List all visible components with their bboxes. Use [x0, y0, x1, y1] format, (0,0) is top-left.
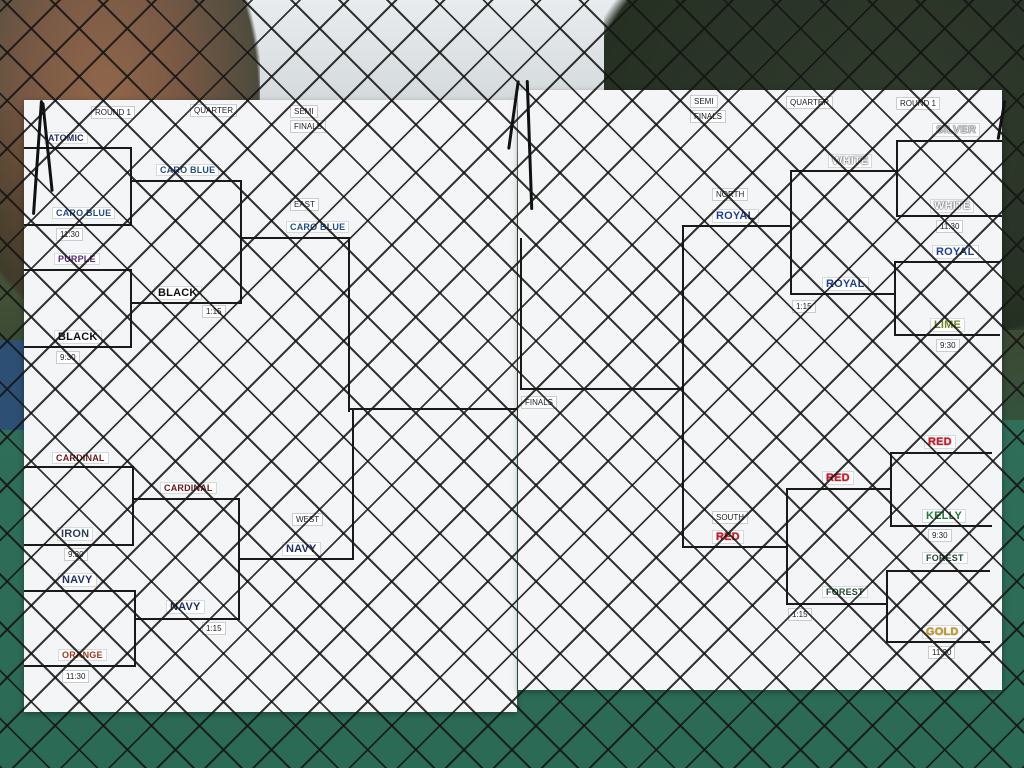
region-north: NORTH: [712, 188, 749, 201]
time-label: 1:15: [792, 300, 816, 313]
bracket-line: [682, 225, 684, 548]
bracket-line: [886, 570, 888, 643]
right-bracket-board: SEMI FINALS QUARTER ROUND 1 SILVER WHITE…: [518, 90, 1002, 690]
time-label: 9:30: [928, 529, 952, 542]
semi-team: CARO BLUE: [286, 221, 350, 233]
team-black: BLACK: [54, 330, 102, 344]
bracket-line: [136, 618, 240, 620]
bracket-line: [240, 180, 242, 304]
time-label: 11:30: [62, 670, 90, 683]
time-label: 9:30: [56, 351, 80, 364]
bracket-line: [24, 590, 136, 592]
semi-header: SEMI: [690, 95, 718, 108]
bracket-line: [896, 334, 1000, 336]
team-navy: NAVY: [58, 573, 97, 587]
quarter-team: FOREST: [822, 586, 868, 598]
region-south: SOUTH: [712, 511, 748, 524]
bracket-line: [684, 225, 792, 227]
team-lime: LIME: [930, 318, 966, 332]
bracket-line: [130, 147, 132, 226]
quarter-header: QUARTER: [786, 96, 833, 109]
time-label: 11:30: [56, 228, 84, 241]
time-label: 11:30: [936, 220, 964, 233]
bracket-line: [240, 558, 354, 560]
team-cardinal: CARDINAL: [52, 452, 109, 464]
team-orange: ORANGE: [58, 649, 107, 661]
finals-header: FINALS: [290, 120, 327, 133]
bracket-line: [134, 498, 240, 500]
bracket-line: [898, 215, 1002, 217]
bracket-line: [888, 570, 990, 572]
quarter-team: WHITE: [828, 154, 873, 168]
bracket-line: [132, 302, 242, 304]
quarter-team: ROYAL: [822, 277, 869, 291]
team-kelly: KELLY: [922, 509, 967, 523]
round1-header: ROUND 1: [91, 106, 136, 119]
bracket-line: [520, 238, 522, 390]
region-east: EAST: [290, 198, 319, 211]
bracket-line: [130, 269, 132, 348]
finals-header: FINALS: [690, 110, 727, 123]
team-gold: GOLD: [922, 625, 963, 639]
semi-team: NAVY: [282, 542, 321, 556]
bracket-line: [350, 408, 517, 410]
team-white: WHITE: [930, 199, 975, 213]
quarter-team: CARO BLUE: [156, 164, 220, 176]
quarter-team: RED: [822, 471, 854, 485]
bracket-line: [896, 261, 1000, 263]
quarter-team: BLACK: [154, 286, 202, 300]
semi-header: SEMI: [290, 105, 318, 118]
semi-team: RED: [712, 530, 744, 544]
bracket-line: [790, 170, 898, 172]
quarter-header: QUARTER: [190, 104, 237, 117]
quarter-team: NAVY: [166, 600, 205, 614]
team-iron: IRON: [57, 527, 94, 541]
bracket-line: [348, 237, 350, 412]
bracket-line: [788, 488, 892, 490]
bracket-line: [134, 590, 136, 667]
bracket-line: [790, 293, 896, 295]
bracket-line: [684, 546, 788, 548]
region-finals: FINALS: [521, 396, 558, 409]
round1-header: ROUND 1: [896, 97, 941, 110]
left-bracket-board: ROUND 1 QUARTER SEMI FINALS ATOMIC CARO …: [24, 100, 517, 712]
team-forest: FOREST: [922, 552, 968, 564]
bracket-line: [132, 466, 134, 546]
bracket-line: [24, 224, 132, 226]
bracket-line: [24, 665, 136, 667]
time-label: 9:30: [64, 548, 88, 561]
time-label: 1:15: [202, 305, 226, 318]
time-label: 1:15: [788, 608, 812, 621]
bracket-line: [790, 170, 792, 295]
bracket-line: [24, 466, 134, 468]
time-label: 9:30: [936, 339, 960, 352]
region-west: WEST: [292, 513, 324, 526]
bracket-line: [898, 140, 1002, 142]
team-royal: ROYAL: [932, 245, 979, 259]
time-label: 11:30: [928, 646, 956, 659]
bracket-line: [894, 261, 896, 336]
bracket-line: [520, 388, 684, 390]
bracket-line: [892, 452, 992, 454]
bracket-line: [896, 140, 898, 217]
bracket-line: [892, 525, 992, 527]
bracket-line: [24, 147, 132, 149]
bracket-line: [888, 641, 990, 643]
bracket-line: [24, 269, 132, 271]
bracket-line: [788, 603, 888, 605]
semi-team: ROYAL: [712, 209, 759, 223]
quarter-team: CARDINAL: [160, 482, 217, 494]
team-purple: PURPLE: [54, 253, 100, 265]
team-atomic: ATOMIC: [44, 132, 88, 144]
bracket-line: [24, 544, 134, 546]
team-caro-blue: CARO BLUE: [52, 207, 116, 219]
time-label: 1:15: [202, 622, 226, 635]
bracket-line: [132, 180, 242, 182]
team-red: RED: [924, 435, 956, 449]
bracket-line: [24, 346, 132, 348]
team-silver: SILVER: [932, 123, 981, 137]
bracket-line: [242, 237, 350, 239]
bracket-line: [352, 409, 354, 560]
